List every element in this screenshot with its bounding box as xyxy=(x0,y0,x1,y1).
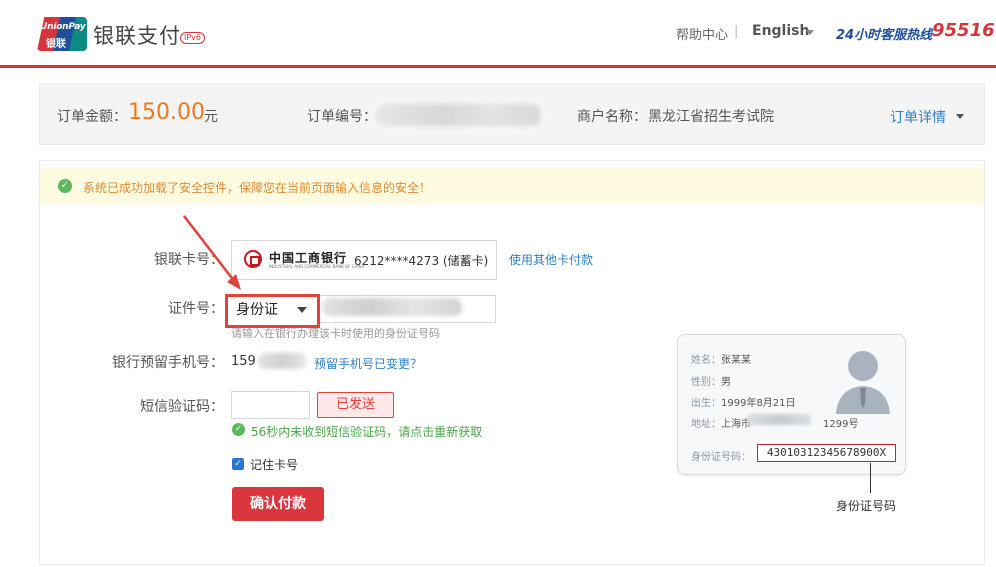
sms-code-label: 短信验证码： xyxy=(140,399,224,415)
chevron-down-icon[interactable] xyxy=(297,307,307,313)
id-sample-birth: 出生：1999年8月21日 xyxy=(691,398,796,409)
brand-title: 银联支付 xyxy=(93,24,181,48)
person-silhouette-icon xyxy=(836,351,890,414)
confirm-payment-button[interactable]: 确认付款 xyxy=(232,487,324,521)
order-number-redacted xyxy=(376,104,541,126)
id-sample-number: 43010312345678900X xyxy=(757,444,896,462)
chevron-down-icon[interactable] xyxy=(956,114,964,119)
remember-card-checkbox[interactable]: ✓ xyxy=(232,458,244,470)
ipv6-badge: IPv6 xyxy=(180,32,206,44)
language-selector[interactable]: English xyxy=(752,23,809,39)
phone-changed-link[interactable]: 预留手机号已变更？ xyxy=(314,355,422,372)
id-type-value: 身份证 xyxy=(236,302,278,318)
remember-card-label[interactable]: 记住卡号 xyxy=(250,456,298,473)
logo-text-top: UnionPay xyxy=(40,22,86,32)
merchant-label: 商户名称： xyxy=(577,109,647,125)
sms-status-text: 56秒内未收到短信验证码，请点击重新获取 xyxy=(251,425,483,439)
id-number-caption: 身份证号码 xyxy=(836,499,897,513)
check-circle-icon: ✓ xyxy=(232,423,245,436)
id-sample-address-redacted xyxy=(747,414,811,425)
id-sample-gender: 性别：男 xyxy=(691,377,731,388)
header-separator: | xyxy=(734,24,739,39)
card-number: 6212****4273 (储蓄卡) xyxy=(354,254,489,268)
id-number-label: 证件号： xyxy=(168,301,224,317)
help-center-link[interactable]: 帮助中心 xyxy=(676,24,728,43)
reserved-phone-redacted xyxy=(258,353,306,369)
hotline-label: 24小时客服热线 xyxy=(836,28,933,43)
security-notice-text: 系统已成功加载了安全控件，保障您在当前页面输入信息的安全！ xyxy=(83,181,432,195)
merchant-name: 黑龙江省招生考试院 xyxy=(648,109,774,125)
id-sample-number-label: 身份证号码： xyxy=(691,452,751,463)
reserved-phone-label: 银行预留手机号： xyxy=(112,355,224,371)
unionpay-logo[interactable]: UnionPay 银联 xyxy=(37,17,87,51)
order-amount-label: 订单金额： xyxy=(57,109,127,125)
chevron-down-icon[interactable] xyxy=(806,30,814,35)
header-bar: UnionPay 银联 银联支付 IPv6 帮助中心 | English 24小… xyxy=(0,0,996,68)
check-circle-icon: ✓ xyxy=(58,179,72,193)
id-number-redacted xyxy=(322,298,462,316)
id-sample-name: 姓名：张某某 xyxy=(691,355,751,366)
security-notice: ✓ 系统已成功加载了安全控件，保障您在当前页面输入信息的安全！ xyxy=(40,168,984,204)
use-other-card-link[interactable]: 使用其他卡付款 xyxy=(509,251,593,268)
id-number-pointer-line xyxy=(870,463,871,493)
order-number-label: 订单编号： xyxy=(307,109,377,125)
hotline-number: 95516 xyxy=(932,20,995,41)
bank-name-en: INDUSTRIAL AND COMMERCIAL BANK OF CHINA xyxy=(269,264,365,269)
order-details-link[interactable]: 订单详情 xyxy=(890,107,946,127)
order-amount: 150.00 xyxy=(128,100,205,125)
order-amount-unit: 元 xyxy=(204,109,218,125)
reserved-phone-prefix: 159 xyxy=(231,354,256,369)
sms-code-input[interactable] xyxy=(231,391,310,419)
icbc-bank-icon xyxy=(244,250,262,268)
id-number-hint: 请输入在银行办理该卡时使用的身份证号码 xyxy=(231,327,440,340)
card-number-label: 银联卡号： xyxy=(154,252,224,268)
sms-sent-button[interactable]: 已发送 xyxy=(317,392,394,418)
logo-text-bottom: 银联 xyxy=(46,39,66,50)
order-summary-bar: 订单金额： 150.00 元 订单编号： 商户名称： 黑龙江省招生考试院 订单详… xyxy=(39,83,985,145)
